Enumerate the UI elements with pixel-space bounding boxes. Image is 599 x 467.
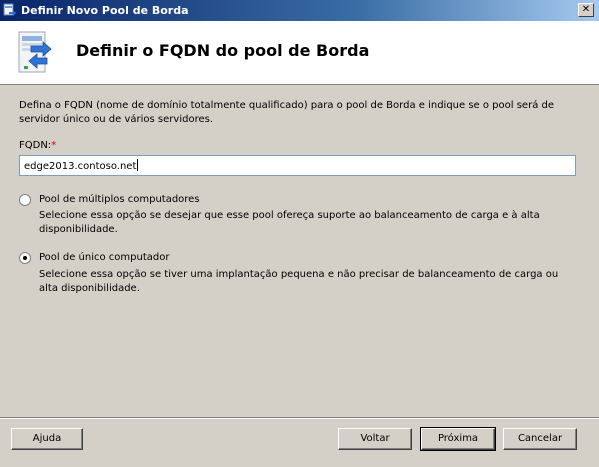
close-button[interactable]: ✕ xyxy=(578,3,594,17)
edge-pool-wizard-icon xyxy=(18,31,52,73)
wizard-app-icon xyxy=(3,3,16,16)
radio-multi-computer-pool[interactable] xyxy=(19,194,31,206)
window-title: Definir Novo Pool de Borda xyxy=(21,4,189,17)
wizard-window: Definir Novo Pool de Borda ✕ Definir o F… xyxy=(0,0,599,467)
required-marker: * xyxy=(51,140,57,151)
button-area-divider xyxy=(0,417,599,419)
title-bar[interactable]: Definir Novo Pool de Borda ✕ xyxy=(0,0,599,21)
radio-selected-dot xyxy=(23,256,27,260)
fqdn-label: FQDN:* xyxy=(19,140,56,151)
option-multi-computer-description: Selecione essa opção se desejar que esse… xyxy=(39,210,540,235)
option-single-computer-description: Selecione essa opção se tiver uma implan… xyxy=(39,269,559,294)
fqdn-input[interactable]: edge2013.contoso.net xyxy=(19,155,576,176)
help-button[interactable]: Ajuda xyxy=(11,428,83,450)
text-caret xyxy=(137,159,139,171)
page-title: Definir o FQDN do pool de Borda xyxy=(76,41,370,60)
fqdn-label-text: FQDN: xyxy=(19,140,52,151)
page-description: Defina o FQDN (nome de domínio totalment… xyxy=(19,100,554,125)
close-icon: ✕ xyxy=(581,4,591,15)
back-button[interactable]: Voltar xyxy=(338,428,412,450)
radio-single-computer-pool[interactable] xyxy=(19,252,31,264)
option-single-computer-title[interactable]: Pool de único computador xyxy=(39,252,169,263)
next-button[interactable]: Próxima xyxy=(420,427,496,451)
fqdn-value: edge2013.contoso.net xyxy=(24,161,137,172)
wizard-header: Definir o FQDN do pool de Borda xyxy=(0,21,599,85)
cancel-button[interactable]: Cancelar xyxy=(503,428,577,450)
option-multi-computer-title[interactable]: Pool de múltiplos computadores xyxy=(39,194,200,205)
